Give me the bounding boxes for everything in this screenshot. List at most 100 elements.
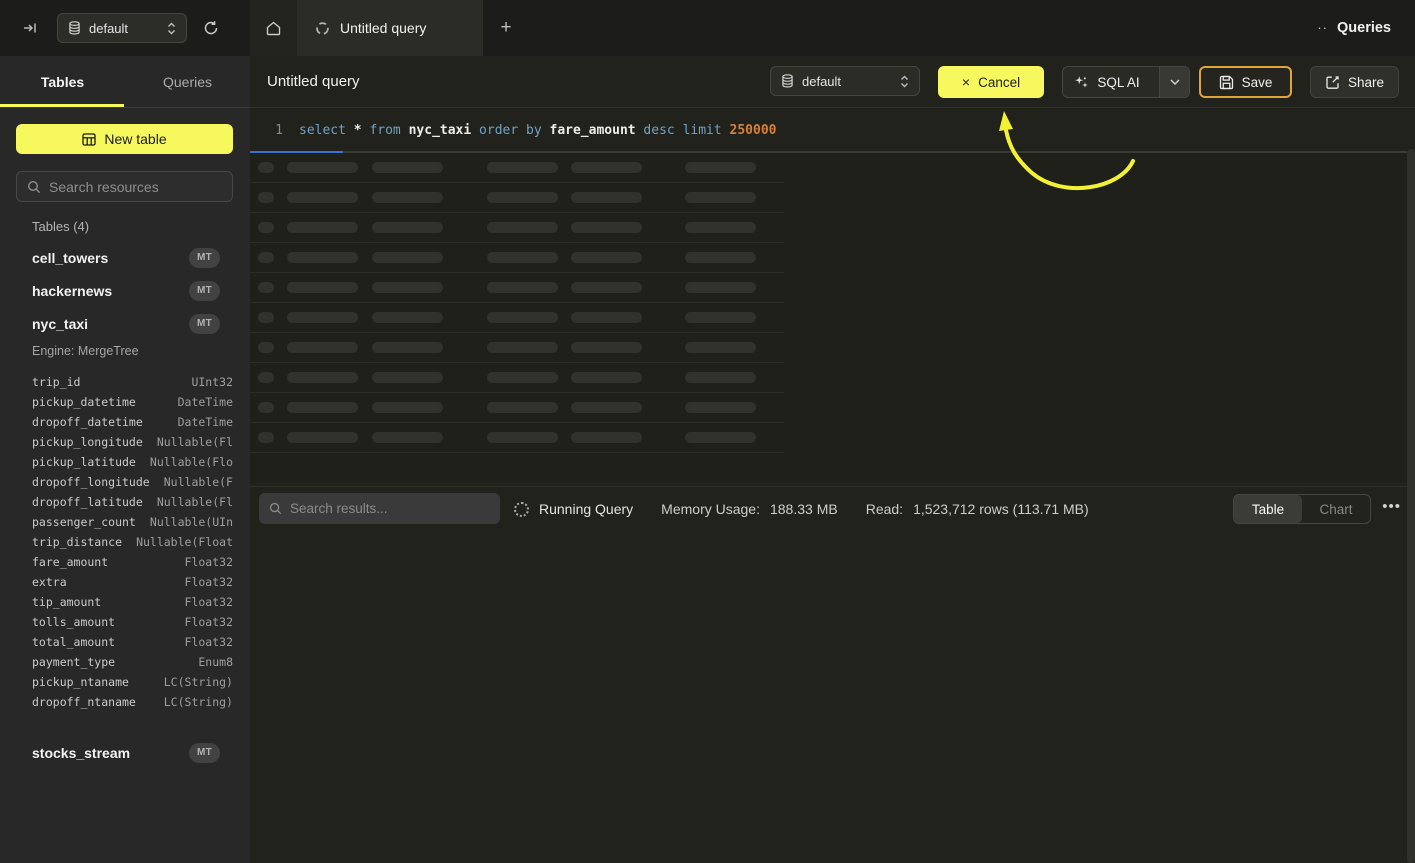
column-name: pickup_datetime — [32, 395, 136, 409]
column-type: DateTime — [178, 395, 233, 409]
queries-shortcut[interactable]: ·· Queries — [1317, 0, 1391, 56]
sparkles-icon — [1074, 75, 1089, 90]
column-row: payment_typeEnum8 — [0, 652, 250, 672]
memory-usage-label: Memory Usage: — [661, 501, 760, 517]
toggle-chart[interactable]: Chart — [1302, 495, 1370, 523]
skeleton-pill — [287, 432, 358, 443]
results-toolbar: Running Query Memory Usage: 188.33 MB Re… — [250, 486, 1415, 530]
skeleton-pill — [571, 192, 642, 203]
column-row: tolls_amountFloat32 — [0, 612, 250, 632]
skeleton-pill — [287, 222, 358, 233]
results-search-input[interactable] — [290, 501, 490, 516]
sql-ai-dropdown-caret[interactable] — [1159, 67, 1189, 97]
skeleton-row — [250, 183, 784, 213]
sql-token: by — [526, 123, 542, 138]
tab-title: Untitled query — [340, 20, 426, 36]
sql-ai-main[interactable]: SQL AI — [1063, 67, 1151, 97]
tab-loading-icon — [315, 21, 330, 36]
column-type: Float32 — [185, 575, 233, 589]
skeleton-pill — [258, 312, 274, 323]
table-grid-icon — [82, 133, 96, 146]
column-type: Nullable(Fl — [157, 495, 233, 509]
sidebar: Tables Queries New table Tables (4) cell… — [0, 56, 250, 863]
column-row: pickup_ntanameLC(String) — [0, 672, 250, 692]
new-table-button[interactable]: New table — [16, 124, 233, 154]
column-type: Nullable(Float — [136, 535, 233, 549]
dots-icon: ·· — [1317, 25, 1328, 31]
skeleton-pill — [685, 342, 756, 353]
table-name: cell_towers — [32, 250, 189, 266]
sql-token: 250000 — [730, 123, 777, 138]
toggle-table[interactable]: Table — [1234, 495, 1302, 523]
skeleton-pill — [258, 252, 274, 263]
skeleton-pill — [487, 402, 558, 413]
table-item-nyc_taxi[interactable]: nyc_taxiMT — [0, 307, 250, 340]
column-name: dropoff_ntaname — [32, 695, 136, 709]
sidebar-search[interactable] — [16, 171, 233, 202]
skeleton-pill — [571, 162, 642, 173]
database-selector-value: default — [89, 21, 159, 36]
column-name: extra — [32, 575, 67, 589]
column-name: pickup_longitude — [32, 435, 143, 449]
queries-link-label: Queries — [1337, 20, 1391, 36]
column-row: passenger_count Nullable(UIn — [0, 512, 250, 532]
database-selector[interactable]: default — [57, 13, 187, 43]
column-row: extra Float32 — [0, 572, 250, 592]
column-type: Nullable(UIn — [150, 515, 233, 529]
sql-token: from — [369, 123, 400, 138]
skeleton-pill — [287, 342, 358, 353]
home-button[interactable] — [250, 0, 297, 56]
column-row: dropoff_ntanameLC(String) — [0, 692, 250, 712]
skeleton-pill — [372, 312, 443, 323]
table-item-hackernews[interactable]: hackernewsMT — [0, 274, 250, 307]
new-tab-button[interactable]: + — [483, 0, 529, 56]
sql-token: desc — [643, 123, 674, 138]
results-search[interactable] — [259, 493, 500, 524]
skeleton-pill — [287, 402, 358, 413]
refresh-icon[interactable] — [195, 12, 227, 44]
sql-token: fare_amount — [550, 123, 636, 138]
skeleton-pill — [372, 342, 443, 353]
sql-ai-button[interactable]: SQL AI — [1062, 66, 1190, 98]
skeleton-row — [250, 393, 784, 423]
status-text: Running Query — [539, 501, 633, 517]
collapse-sidebar-icon[interactable] — [14, 12, 46, 44]
skeleton-pill — [685, 222, 756, 233]
table-item-cell_towers[interactable]: cell_towersMT — [0, 241, 250, 274]
results-menu-button[interactable]: ••• — [1382, 498, 1401, 515]
plus-icon: + — [500, 17, 511, 39]
results-scrollbar[interactable] — [1407, 149, 1415, 863]
table-name: nyc_taxi — [32, 316, 189, 332]
sql-token — [471, 123, 479, 138]
query-title: Untitled query — [267, 73, 360, 90]
cancel-label: Cancel — [978, 75, 1020, 90]
column-name: dropoff_latitude — [32, 495, 143, 509]
share-icon — [1325, 75, 1340, 90]
chevron-updown-icon — [900, 75, 909, 88]
sidebar-tab-queries[interactable]: Queries — [125, 56, 250, 107]
skeleton-pill — [487, 312, 558, 323]
save-button[interactable]: Save — [1199, 66, 1292, 98]
cancel-query-button[interactable]: × Cancel — [938, 66, 1044, 98]
column-name: passenger_count — [32, 515, 136, 529]
sidebar-tab-tables[interactable]: Tables — [0, 56, 125, 107]
sql-token: * — [354, 123, 362, 138]
skeleton-pill — [685, 282, 756, 293]
skeleton-row — [250, 333, 784, 363]
sql-token: nyc_taxi — [409, 123, 472, 138]
column-type: UInt32 — [191, 375, 233, 389]
query-database-selector[interactable]: default — [770, 66, 920, 96]
share-button[interactable]: Share — [1310, 66, 1399, 98]
column-list: trip_idUInt32pickup_datetimeDateTimedrop… — [0, 364, 250, 722]
skeleton-pill — [487, 192, 558, 203]
skeleton-pill — [685, 192, 756, 203]
column-row: fare_amountFloat32 — [0, 552, 250, 572]
skeleton-pill — [685, 432, 756, 443]
sidebar-search-input[interactable] — [49, 179, 230, 195]
column-row: dropoff_datetimeDateTime — [0, 412, 250, 432]
skeleton-pill — [372, 402, 443, 413]
table-item-stocks_stream[interactable]: stocks_streamMT — [0, 736, 250, 769]
column-type: Float32 — [185, 555, 233, 569]
tab-untitled-query[interactable]: Untitled query — [297, 0, 483, 56]
column-row: trip_distanceNullable(Float — [0, 532, 250, 552]
